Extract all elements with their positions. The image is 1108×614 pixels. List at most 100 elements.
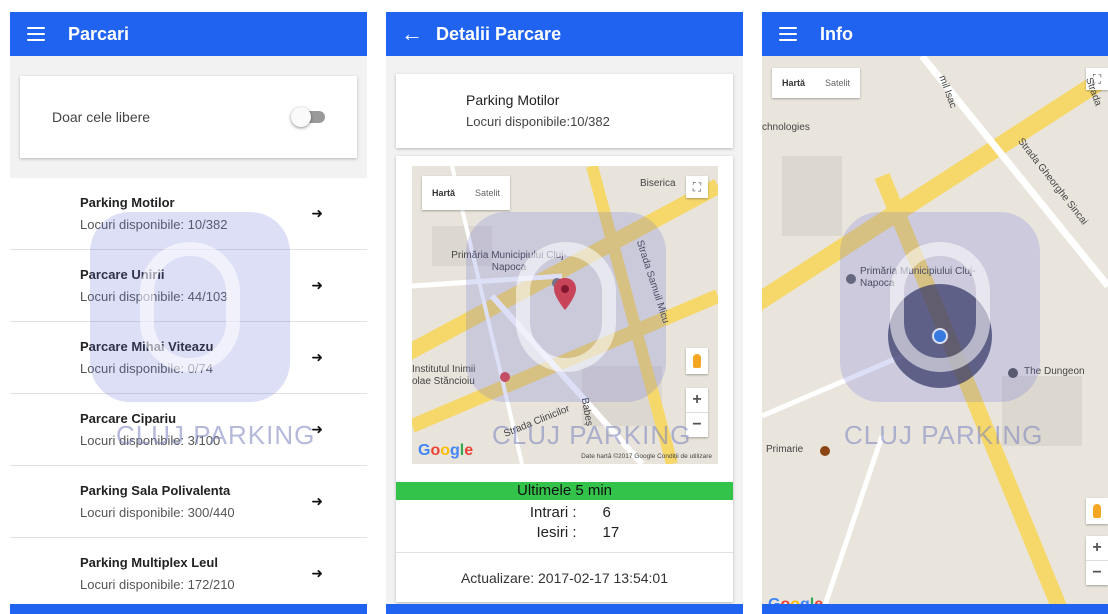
street-view-pegman-icon[interactable] xyxy=(1086,498,1108,524)
entries-label: Intrari : xyxy=(529,503,577,521)
poi-icon xyxy=(1008,368,1018,378)
zoom-control: + − xyxy=(686,388,708,437)
parking-availability: Locuri disponibile: 44/103 xyxy=(80,289,228,304)
app-bar: Parcari xyxy=(10,12,367,56)
poi-icon xyxy=(500,372,510,382)
list-item[interactable]: Parking Motilor Locuri disponibile: 10/3… xyxy=(10,178,367,250)
detail-card: Hartă Satelit ⛶ Biserica Primăria Munici… xyxy=(396,156,733,602)
last-updated: Actualizare: 2017-02-17 13:54:01 xyxy=(396,552,733,602)
arrow-right-icon[interactable]: ➜ xyxy=(311,493,323,510)
parking-availability: Locuri disponibile: 172/210 xyxy=(80,577,235,592)
arrow-right-icon[interactable]: ➜ xyxy=(311,565,323,582)
pegman-shape xyxy=(693,354,701,368)
bottom-bar xyxy=(386,604,743,614)
map-type-control: Hartă Satelit xyxy=(772,68,861,98)
logo-letter: g xyxy=(450,442,460,459)
map-label: Primarie xyxy=(766,444,804,455)
list-item[interactable]: Parcare Unirii Locuri disponibile: 44/10… xyxy=(10,250,367,322)
arrow-right-icon[interactable]: ➜ xyxy=(311,205,323,222)
arrow-right-icon[interactable]: ➜ xyxy=(311,421,323,438)
fullscreen-icon[interactable]: ⛶ xyxy=(686,176,708,198)
poi-icon xyxy=(820,446,830,456)
zoom-out-button[interactable]: − xyxy=(1086,561,1108,585)
parking-info-card: Parking Motilor Locuri disponibile:10/38… xyxy=(396,74,733,148)
zoom-out-button[interactable]: − xyxy=(686,413,708,437)
map-label: Primăria Municipiului Cluj-Napoca xyxy=(451,250,567,273)
arrow-right-icon[interactable]: ➜ xyxy=(311,349,323,366)
free-only-label: Doar cele libere xyxy=(52,109,151,125)
list-item[interactable]: Parcare Mihai Viteazu Locuri disponibile… xyxy=(10,322,367,394)
info-screen: Info Hartă Satelit ⛶ chnologies mil Isac… xyxy=(762,12,1108,614)
recent-header: Ultimele 5 min xyxy=(396,482,733,500)
menu-button[interactable] xyxy=(768,12,808,56)
parking-name: Parking Motilor xyxy=(80,195,175,210)
map-type-map[interactable]: Hartă xyxy=(772,68,815,98)
map-type-satellite[interactable]: Satelit xyxy=(465,176,510,210)
bottom-bar xyxy=(10,604,367,614)
location-pin-icon xyxy=(554,278,576,310)
page-title: Detalii Parcare xyxy=(436,23,562,44)
list-item[interactable]: Parking Sala Polivalenta Locuri disponib… xyxy=(10,466,367,538)
zoom-control: + − xyxy=(1086,536,1108,585)
app-bar: Info xyxy=(762,12,1108,56)
poi-icon xyxy=(846,274,856,284)
map-label: Primăria Municipiului Cluj-Napoca xyxy=(860,266,976,289)
parking-name: Parcare Mihai Viteazu xyxy=(80,339,214,354)
parking-name: Parcare Unirii xyxy=(80,267,165,282)
map-type-map[interactable]: Hartă xyxy=(422,176,465,210)
map-label: chnologies xyxy=(762,122,810,133)
map-view[interactable]: Hartă Satelit ⛶ Biserica Primăria Munici… xyxy=(412,166,718,464)
logo-letter: o xyxy=(440,442,451,459)
parking-name: Parking Sala Polivalenta xyxy=(80,483,231,498)
map-label: olae Stăncioiu xyxy=(412,376,475,387)
logo-letter: G xyxy=(418,442,431,459)
toggle-knob xyxy=(291,107,311,127)
parking-list-screen: Parcari Doar cele libere Parking Motilor… xyxy=(10,12,367,614)
map-attribution[interactable]: Date hartă ©2017 Google Condiții de util… xyxy=(581,453,712,460)
filter-card: Doar cele libere xyxy=(20,76,357,158)
hamburger-icon xyxy=(779,27,797,41)
parking-availability: Locuri disponibile: 10/382 xyxy=(80,217,228,232)
parking-availability: Locuri disponibile: 3/100 xyxy=(80,433,221,448)
page-title: Parcari xyxy=(68,23,130,44)
parking-list: Parking Motilor Locuri disponibile: 10/3… xyxy=(10,178,367,610)
parking-availability: Locuri disponibile:10/382 xyxy=(466,114,610,129)
exits-row: Iesiri : 17 xyxy=(396,522,733,542)
map-roads xyxy=(412,166,718,464)
map-roads xyxy=(762,56,1108,614)
parking-availability: Locuri disponibile: 0/74 xyxy=(80,361,213,376)
hamburger-icon xyxy=(27,27,45,41)
pegman-shape xyxy=(1093,504,1101,518)
map-label: Institutul Inimii xyxy=(412,364,476,375)
arrow-left-icon: ← xyxy=(401,21,423,46)
map-view[interactable]: Hartă Satelit ⛶ chnologies mil Isac Stra… xyxy=(762,56,1108,614)
entries-value: 6 xyxy=(602,503,611,521)
parking-name: Parking Multiplex Leul xyxy=(80,555,218,570)
street-view-pegman-icon[interactable] xyxy=(686,348,708,374)
menu-button[interactable] xyxy=(16,12,56,56)
list-item[interactable]: Parcare Cipariu Locuri disponibile: 3/10… xyxy=(10,394,367,466)
logo-letter: e xyxy=(464,442,474,459)
parking-availability: Locuri disponibile: 300/440 xyxy=(80,505,235,520)
zoom-in-button[interactable]: + xyxy=(686,388,708,412)
map-label: The Dungeon xyxy=(1024,366,1085,377)
exits-value: 17 xyxy=(602,523,620,541)
free-only-toggle[interactable] xyxy=(291,106,325,128)
logo-letter: o xyxy=(430,442,441,459)
entries-row: Intrari : 6 xyxy=(396,502,733,522)
back-button[interactable]: ← xyxy=(392,12,432,56)
arrow-right-icon[interactable]: ➜ xyxy=(311,277,323,294)
traffic-stats: Intrari : 6 Iesiri : 17 xyxy=(396,502,733,542)
map-type-control: Hartă Satelit xyxy=(422,176,511,210)
list-item[interactable]: Parking Multiplex Leul Locuri disponibil… xyxy=(10,538,367,610)
parking-detail-screen: ← Detalii Parcare Parking Motilor Locuri… xyxy=(386,12,743,614)
map-label: Biserica xyxy=(640,178,676,189)
parking-name: Parcare Cipariu xyxy=(80,411,177,426)
google-logo: Google xyxy=(418,442,473,460)
exits-label: Iesiri : xyxy=(536,523,577,541)
parking-name: Parking Motilor xyxy=(466,92,560,108)
map-type-satellite[interactable]: Satelit xyxy=(815,68,860,98)
app-bar: ← Detalii Parcare xyxy=(386,12,743,56)
zoom-in-button[interactable]: + xyxy=(1086,536,1108,560)
bottom-bar xyxy=(762,604,1108,614)
